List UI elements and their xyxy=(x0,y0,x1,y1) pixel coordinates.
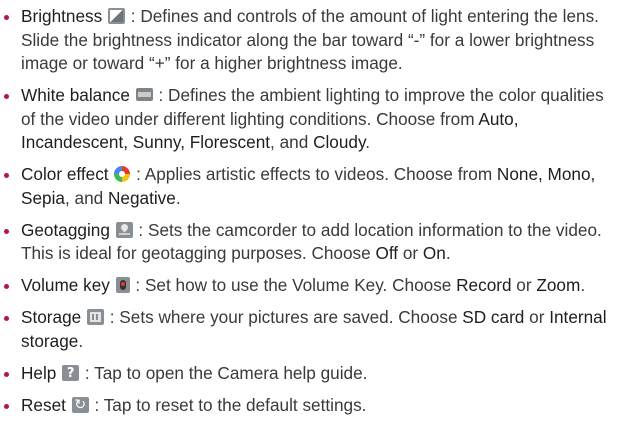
bullet xyxy=(4,371,9,377)
option-connector: or xyxy=(511,275,537,295)
sentence-end: . xyxy=(365,132,371,152)
setting-term: Reset xyxy=(21,394,66,415)
option-text: Negative xyxy=(107,187,176,208)
setting-description: : Tap to reset to the default settings. xyxy=(89,394,367,415)
list-item-brightness: Brightness : Defines and controls of the… xyxy=(0,5,625,76)
list-item-geotagging: Geotagging : Sets the camcorder to add l… xyxy=(0,219,625,266)
bullet xyxy=(4,403,9,409)
option-text: Cloudy xyxy=(313,132,366,152)
option-connector: , and xyxy=(270,132,314,152)
setting-term: Volume key xyxy=(21,275,110,295)
setting-description: : Sets where your pictures are saved. Ch… xyxy=(104,307,463,327)
camera-settings-list: Brightness : Defines and controls of the… xyxy=(0,5,625,426)
option-text: Record xyxy=(456,275,512,295)
option-connector: , and xyxy=(64,187,108,208)
volume-key-icon xyxy=(115,277,130,293)
setting-term: Storage xyxy=(21,307,82,327)
list-item-volume-key: Volume key : Set how to use the Volume K… xyxy=(0,274,625,298)
bullet xyxy=(4,228,9,234)
option-connector: or xyxy=(524,307,550,327)
setting-description: : Tap to open the Camera help guide. xyxy=(80,362,368,383)
option-text: SD card xyxy=(462,307,525,327)
option-text: Off xyxy=(375,243,399,263)
list-item-storage: Storage : Sets where your pictures are s… xyxy=(0,306,625,353)
list-item-help: Help : Tap to open the Camera help guide… xyxy=(0,362,625,385)
location-pin-icon xyxy=(115,221,133,238)
list-item-color-effect: Color effect : Applies artistic effects … xyxy=(0,163,625,210)
bullet xyxy=(4,15,9,20)
storage-icon xyxy=(86,309,104,325)
setting-term: Geotagging xyxy=(21,219,110,240)
bullet xyxy=(4,284,9,289)
setting-description: : Set how to use the Volume Key. Choose xyxy=(130,275,457,295)
sentence-end: . xyxy=(445,243,451,263)
setting-term: Help xyxy=(21,362,57,383)
sentence-end: . xyxy=(580,275,586,295)
brightness-icon xyxy=(108,8,125,24)
help-icon xyxy=(62,362,80,385)
list-item-reset: Reset : Tap to reset to the default sett… xyxy=(0,394,625,417)
bullet xyxy=(4,94,9,99)
option-text: Zoom xyxy=(536,275,581,295)
setting-term: White balance xyxy=(21,85,130,105)
bullet xyxy=(4,173,9,178)
list-item-white-balance: White balance : Defines the ambient ligh… xyxy=(0,84,625,155)
setting-term: Color effect xyxy=(21,164,109,184)
bullet xyxy=(4,316,9,321)
setting-description: : Applies artistic effects to videos. Ch… xyxy=(131,164,497,184)
white-balance-icon xyxy=(135,88,153,101)
color-effect-icon xyxy=(114,166,131,182)
sentence-end: . xyxy=(78,330,84,351)
setting-term: Brightness xyxy=(21,6,103,26)
reset-icon xyxy=(71,394,89,417)
option-connector: or xyxy=(398,243,423,263)
option-text: On xyxy=(422,243,446,263)
sentence-end: . xyxy=(175,187,181,208)
